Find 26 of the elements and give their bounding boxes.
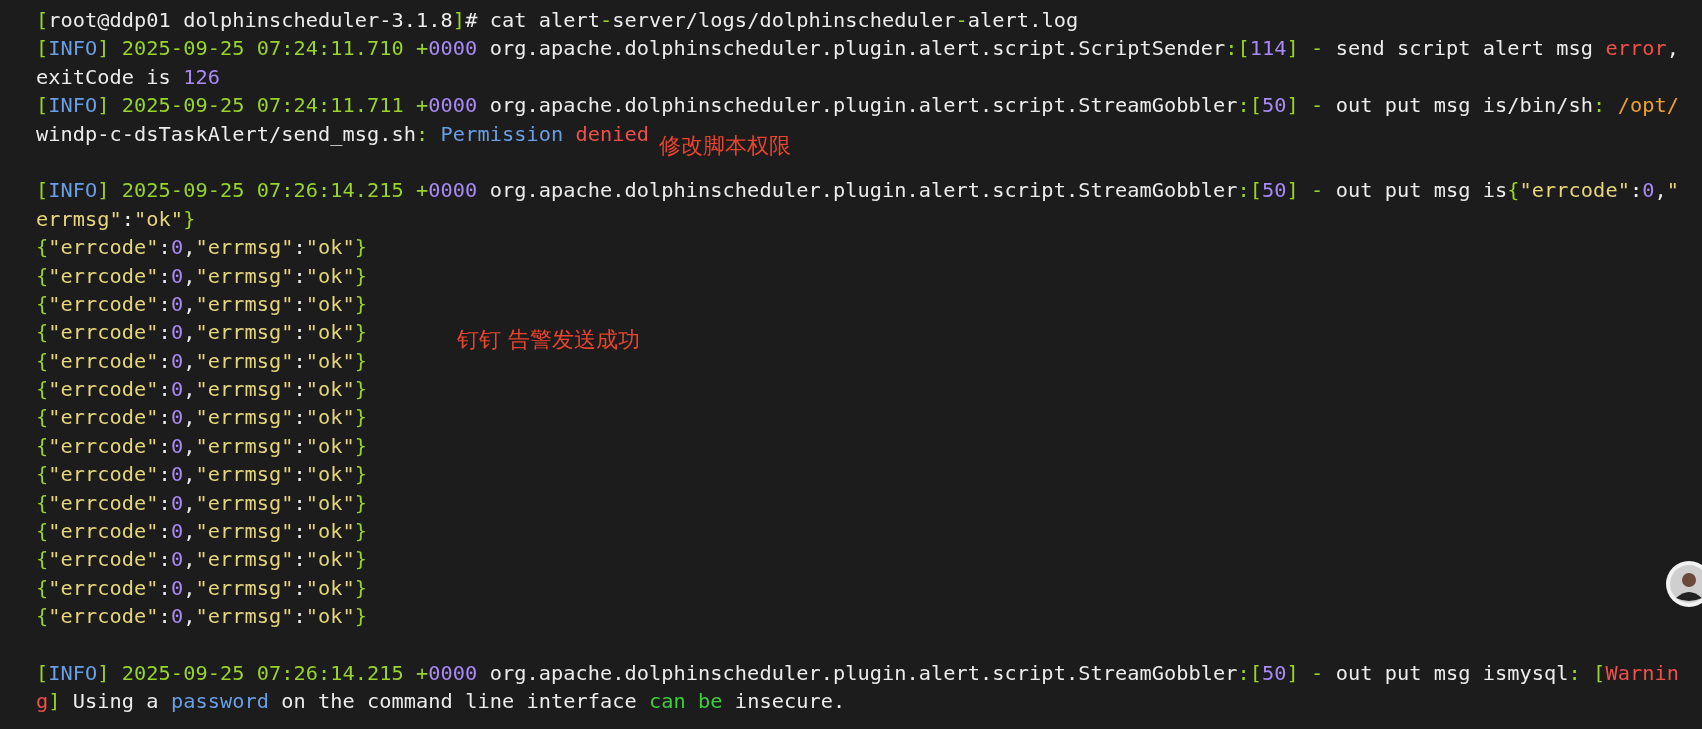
log-line: [root@ddp01 dolphinscheduler-3.1.8]# cat alert-server/logs/dolphinscheduler-alert.log [36, 7, 1079, 34]
log-line: [INFO] 2025-09-25 07:26:14.215 +0000 org.apache.dolphinscheduler.plugin.alert.script.StreamGobbler:[50] - out put msg ismysql: [Warnin [36, 660, 1679, 687]
log-line: exitCode is 126 [36, 63, 220, 91]
log-line: {"errcode":0,"errmsg":"ok"} [36, 290, 368, 318]
annotation-note: 钉钉 告警发送成功 [457, 326, 641, 355]
log-line: [INFO] 2025-09-25 07:26:14.215 +0000 org.apache.dolphinscheduler.plugin.alert.script.StreamGobbler:[50] - out put msg is{"errcode":0," [36, 177, 1679, 205]
log-line: {"errcode":0,"errmsg":"ok"} [36, 546, 368, 574]
log-line: {"errcode":0,"errmsg":"ok"} [36, 574, 368, 602]
log-line: {"errcode":0,"errmsg":"ok"} [36, 432, 368, 460]
annotation-note: 修改脚本权限 [659, 131, 792, 160]
log-line: {"errcode":0,"errmsg":"ok"} [36, 262, 368, 290]
avatar-icon[interactable] [1665, 560, 1702, 608]
log-line: {"errcode":0,"errmsg":"ok"} [36, 319, 368, 347]
log-line: errmsg":"ok"} [36, 205, 196, 233]
log-line: [INFO] 2025-09-25 07:24:11.710 +0000 org.apache.dolphinscheduler.plugin.alert.script.ScriptSender:[114] - send script alert msg error, [36, 35, 1679, 63]
log-line: windp-c-dsTaskAlert/send_msg.sh: Permission denied [36, 120, 650, 148]
log-line: {"errcode":0,"errmsg":"ok"} [36, 347, 368, 375]
log-line: {"errcode":0,"errmsg":"ok"} [36, 518, 368, 546]
log-line: {"errcode":0,"errmsg":"ok"} [36, 234, 368, 262]
log-line: g] Using a password on the command line interface can be insecure. [36, 688, 846, 716]
log-line: {"errcode":0,"errmsg":"ok"} [36, 376, 368, 404]
log-line: {"errcode":0,"errmsg":"ok"} [36, 489, 368, 517]
log-line: [INFO] 2025-09-25 07:24:11.711 +0000 org.apache.dolphinscheduler.plugin.alert.script.StreamGobbler:[50] - out put msg is/bin/sh: /opt/ [36, 92, 1679, 120]
log-line: {"errcode":0,"errmsg":"ok"} [36, 603, 368, 631]
log-line: {"errcode":0,"errmsg":"ok"} [36, 404, 368, 432]
log-line: {"errcode":0,"errmsg":"ok"} [36, 461, 368, 489]
